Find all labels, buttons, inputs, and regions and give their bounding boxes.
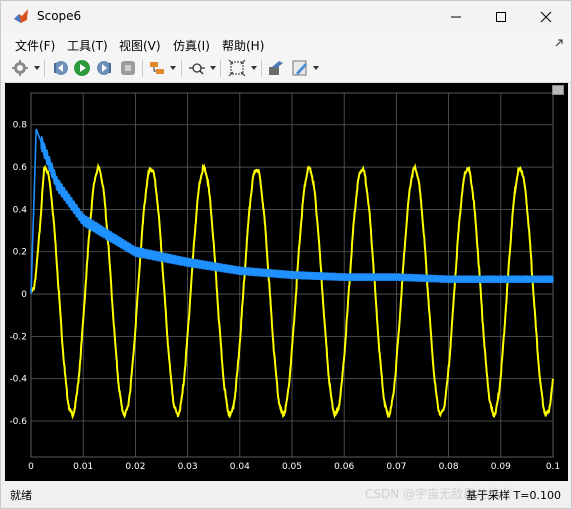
dock-arrow-icon[interactable] — [555, 39, 563, 47]
title-bar[interactable]: Scope6 — [1, 1, 571, 33]
x-tick-label: 0.07 — [386, 462, 406, 472]
zoom-icon[interactable] — [188, 59, 206, 77]
axes-settings-button[interactable] — [552, 85, 564, 95]
run-icon[interactable] — [73, 59, 91, 77]
chevron-down-icon[interactable] — [210, 66, 216, 70]
y-tick-label: 0.6 — [13, 163, 28, 173]
style-icon[interactable] — [291, 59, 309, 77]
window-title: Scope6 — [37, 9, 82, 23]
chevron-down-icon[interactable] — [34, 66, 40, 70]
x-tick-label: 0.09 — [491, 462, 511, 472]
menu-simulation[interactable]: 仿真(I) — [173, 37, 210, 54]
stop-icon[interactable] — [119, 59, 137, 77]
y-tick-label: -0.2 — [9, 332, 27, 342]
y-tick-label: 0.8 — [13, 121, 28, 131]
status-sample-time: 基于采样 T=0.100 — [466, 489, 561, 502]
close-button[interactable] — [523, 1, 569, 33]
menu-file[interactable]: 文件(F) — [15, 37, 55, 54]
chevron-down-icon[interactable] — [170, 66, 176, 70]
y-tick-label: 0 — [21, 290, 27, 300]
status-bar: 就绪 CSDN @宇宙无敌暴龙战士 基于采样 T=0.100 — [1, 481, 571, 508]
scope-plot-area[interactable]: 0 0.01 0.02 0.03 0.04 0.05 0.06 0.07 0.08 0.09 0.1… — [5, 83, 568, 481]
toolbar-separator — [261, 60, 262, 77]
scope-window: Scope6 文件(F) 工具(T) 视图(V) 仿真(I) 帮助(H) 0 0… — [0, 0, 572, 509]
menu-bar: 文件(F) 工具(T) 视图(V) 仿真(I) 帮助(H) — [1, 33, 571, 55]
scope-plot[interactable]: 0 0.01 0.02 0.03 0.04 0.05 0.06 0.07 0.08 0.09 0.1… — [5, 83, 568, 481]
x-tick-label: 0.01 — [73, 462, 93, 472]
matlab-icon — [14, 9, 28, 23]
x-tick-label: 0.02 — [125, 462, 145, 472]
maximize-icon — [496, 12, 506, 22]
chevron-down-icon[interactable] — [313, 66, 319, 70]
maximize-button[interactable] — [478, 1, 524, 33]
toolbar-separator — [220, 60, 221, 77]
menu-view[interactable]: 视图(V) — [119, 37, 161, 54]
x-tick-label: 0.1 — [546, 462, 560, 472]
close-icon — [540, 11, 552, 23]
x-tick-label: 0.05 — [282, 462, 302, 472]
y-tick-label: 0.2 — [13, 248, 27, 258]
x-tick-label: 0 — [28, 462, 34, 472]
step-forward-icon[interactable] — [96, 59, 114, 77]
x-tick-label: 0.06 — [334, 462, 354, 472]
y-tick-label: -0.6 — [9, 417, 27, 427]
x-tick-label: 0.08 — [439, 462, 459, 472]
toolbar-separator — [181, 60, 182, 77]
minimize-icon — [451, 16, 461, 18]
chevron-down-icon[interactable] — [251, 66, 257, 70]
fit-icon[interactable] — [228, 59, 246, 77]
status-ready: 就绪 — [10, 489, 32, 502]
x-tick-label: 0.03 — [178, 462, 198, 472]
write-icon[interactable] — [267, 59, 285, 77]
y-tick-label: -0.4 — [9, 375, 27, 385]
menu-tools[interactable]: 工具(T) — [67, 37, 108, 54]
minimize-button[interactable] — [433, 1, 479, 33]
x-tick-label: 0.04 — [230, 462, 250, 472]
menu-help[interactable]: 帮助(H) — [222, 37, 264, 54]
toolbar-separator — [142, 60, 143, 77]
y-tick-label: 0.4 — [13, 205, 28, 215]
highlight-icon[interactable] — [148, 59, 166, 77]
toolbar — [1, 55, 571, 83]
step-back-icon[interactable] — [51, 59, 69, 77]
toolbar-separator — [44, 60, 45, 77]
settings-icon[interactable] — [11, 59, 29, 77]
